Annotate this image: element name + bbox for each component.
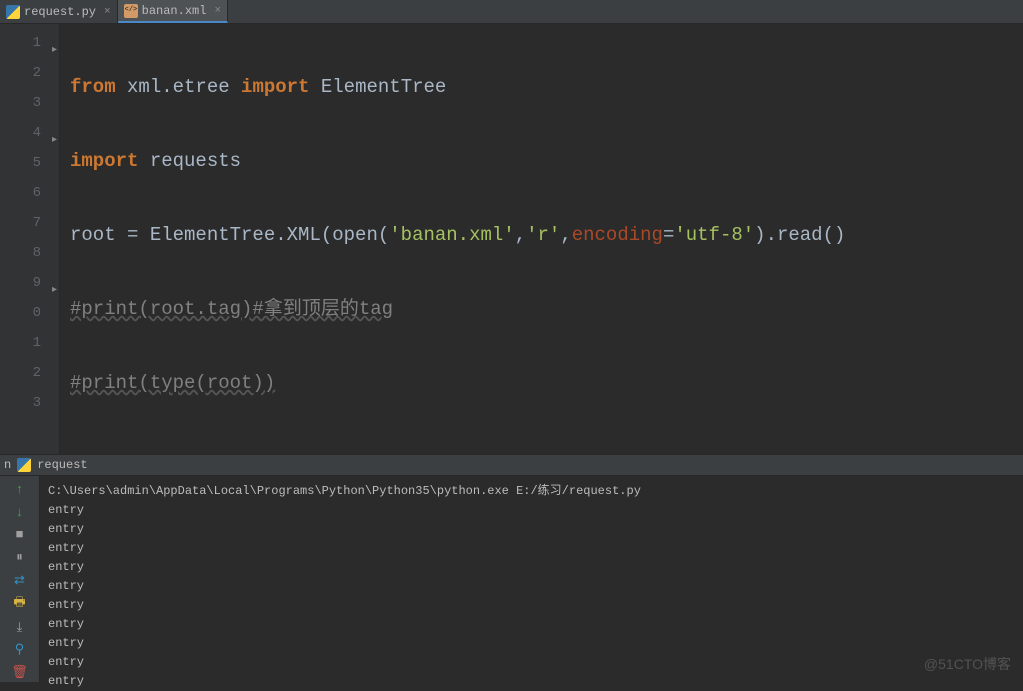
console-line: entry	[48, 558, 1015, 577]
console-line: entry	[48, 634, 1015, 653]
console-line: entry	[48, 501, 1015, 520]
tab-label: request.py	[24, 5, 96, 19]
console-line: entry	[48, 520, 1015, 539]
python-file-icon	[6, 5, 20, 19]
rerun-icon[interactable]: ↑	[10, 480, 30, 499]
console-command: C:\Users\admin\AppData\Local\Programs\Py…	[48, 482, 1015, 501]
run-console: ↑ ↓ ■ ⏸ ⇄ 🖶 ⤓ ⚲ 🗑 C:\Users\admin\AppData…	[0, 476, 1023, 682]
run-config-label[interactable]: request	[37, 458, 87, 472]
code-editor[interactable]: 1▸ 2 3 4▸ 5 6 7 8 9▸ 0 1 2 3 from xml.et…	[0, 24, 1023, 454]
run-prefix: n	[4, 458, 11, 472]
tab-label: banan.xml	[142, 4, 207, 18]
editor-tabs: request.py × banan.xml ×	[0, 0, 1023, 24]
filter-icon[interactable]: ⚲	[10, 641, 30, 660]
trash-icon[interactable]: 🗑	[10, 663, 30, 682]
toggle-icon[interactable]: ⇄	[10, 571, 30, 590]
close-icon[interactable]: ×	[214, 5, 221, 17]
console-line: entry	[48, 596, 1015, 615]
console-line: entry	[48, 653, 1015, 672]
tab-request-py[interactable]: request.py ×	[0, 0, 118, 23]
python-icon	[17, 458, 31, 472]
run-toolwindow-header: n request	[0, 454, 1023, 476]
console-line: entry	[48, 615, 1015, 634]
xml-file-icon	[124, 4, 138, 18]
close-icon[interactable]: ×	[104, 6, 111, 18]
export-icon[interactable]: ⤓	[10, 618, 30, 637]
run-tool-column: ↑ ↓ ■ ⏸ ⇄ 🖶 ⤓ ⚲ 🗑	[0, 476, 40, 682]
code-area[interactable]: from xml.etree import ElementTree import…	[60, 24, 1023, 454]
tab-banan-xml[interactable]: banan.xml ×	[118, 0, 228, 23]
line-gutter: 1▸ 2 3 4▸ 5 6 7 8 9▸ 0 1 2 3	[0, 24, 60, 454]
stop-icon[interactable]: ■	[10, 526, 30, 545]
watermark: @51CTO博客	[924, 654, 1011, 674]
console-output[interactable]: C:\Users\admin\AppData\Local\Programs\Py…	[40, 476, 1023, 682]
console-line: entry	[48, 539, 1015, 558]
rerun-down-icon[interactable]: ↓	[10, 503, 30, 522]
print-icon[interactable]: 🖶	[10, 594, 30, 614]
console-line: entry	[48, 577, 1015, 596]
pause-icon[interactable]: ⏸	[10, 548, 30, 567]
